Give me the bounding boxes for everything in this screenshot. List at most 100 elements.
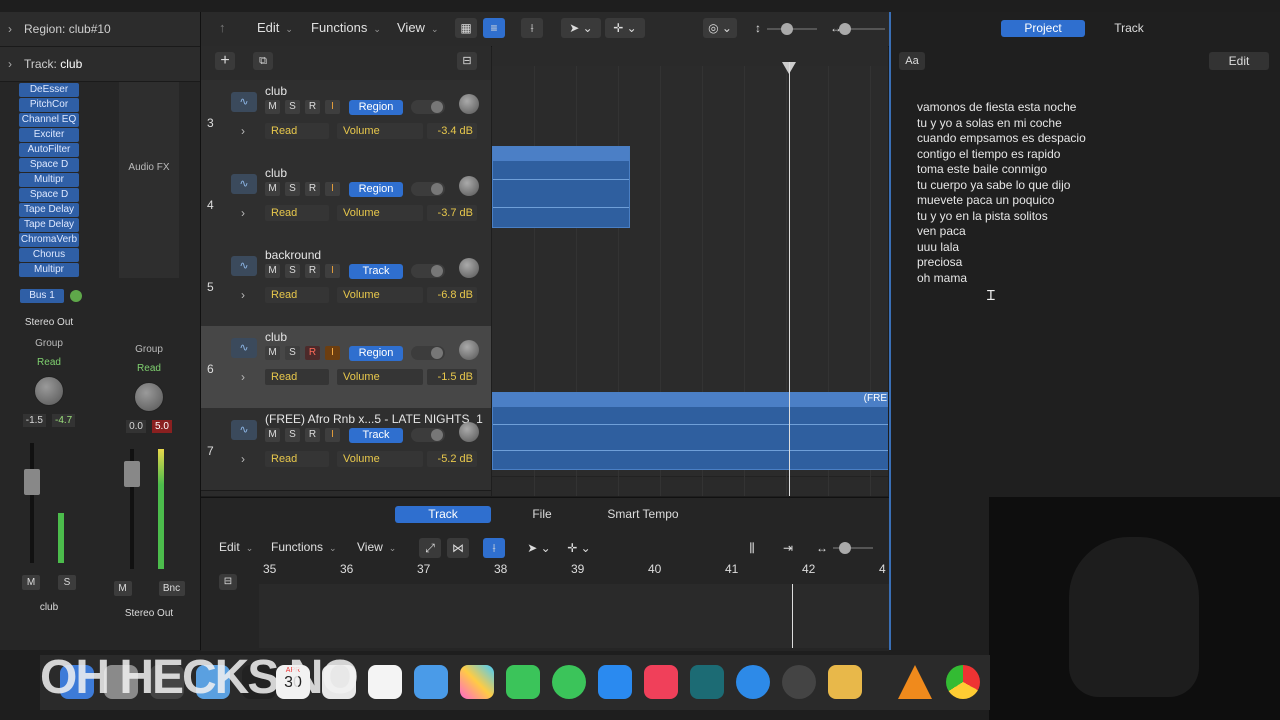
font-button[interactable]: Aa xyxy=(899,52,925,70)
automation-parameter-select[interactable]: Volume xyxy=(337,287,423,303)
record-enable-button[interactable]: R xyxy=(305,428,320,442)
pointer-tool-icon[interactable]: ➤ ⌄ xyxy=(561,18,601,38)
catch-icon[interactable]: ⊟ xyxy=(219,574,237,590)
edit-menu[interactable]: Edit ⌄ xyxy=(257,20,293,35)
input-monitor-button[interactable]: I xyxy=(325,182,340,196)
group-slot[interactable]: Group xyxy=(100,344,198,355)
list-view-icon[interactable]: ≡ xyxy=(483,18,505,38)
archive-icon[interactable] xyxy=(828,665,862,699)
track-name[interactable]: backround xyxy=(265,248,321,262)
automation-parameter-select[interactable]: Volume xyxy=(337,123,423,139)
editor-zoom-slider[interactable] xyxy=(833,542,873,554)
tab-track[interactable]: Track xyxy=(1087,20,1171,37)
plugin-slot[interactable]: Chorus xyxy=(19,248,79,262)
solo-button[interactable]: S xyxy=(285,346,300,360)
plugin-slot[interactable]: Space D xyxy=(19,158,79,172)
record-enable-button[interactable]: R xyxy=(305,182,320,196)
automation-parameter-select[interactable]: Volume xyxy=(337,451,423,467)
disk-utility-icon[interactable] xyxy=(782,665,816,699)
music-icon[interactable] xyxy=(644,665,678,699)
automation-value[interactable]: -3.7 dB xyxy=(427,205,477,221)
mute-button[interactable]: M xyxy=(265,346,280,360)
bus-send[interactable]: Bus 1 xyxy=(20,289,64,303)
vertical-zoom-slider[interactable] xyxy=(767,23,817,35)
track-header[interactable]: 3 ∿ club M S R I Region › Read Volume -3… xyxy=(201,80,491,163)
audio-fx-area[interactable]: Audio FX xyxy=(119,82,179,278)
tab-track[interactable]: Track xyxy=(395,506,491,523)
chevron-right-icon[interactable]: › xyxy=(241,370,245,384)
automation-value[interactable]: -5.2 dB xyxy=(427,451,477,467)
add-track-icon[interactable]: + xyxy=(215,52,235,70)
automation-read-select[interactable]: Read xyxy=(265,451,329,467)
horizontal-zoom-icon[interactable]: ↔ xyxy=(811,538,833,558)
chevron-right-icon[interactable]: › xyxy=(241,124,245,138)
news-icon[interactable] xyxy=(368,665,402,699)
automation-mode[interactable]: Read xyxy=(0,357,98,368)
plugin-slot[interactable]: DeEsser xyxy=(19,83,79,97)
fader[interactable] xyxy=(100,449,198,569)
inspector-track-row[interactable]: › Track: club xyxy=(0,47,200,82)
chrome-icon[interactable] xyxy=(946,665,980,699)
horizontal-zoom-slider[interactable] xyxy=(839,23,885,35)
messages-icon[interactable] xyxy=(552,665,586,699)
track-toggle[interactable] xyxy=(411,346,445,360)
vertical-zoom-icon[interactable]: ↕ xyxy=(747,18,769,38)
pointer-tool-icon[interactable]: ➤ ⌄ xyxy=(521,538,557,558)
editor-edit-menu[interactable]: Edit ⌄ xyxy=(219,540,253,554)
safari-icon[interactable] xyxy=(736,665,770,699)
vlc-icon[interactable] xyxy=(898,665,932,699)
grid-view-icon[interactable]: ▦ xyxy=(455,18,477,38)
lyrics-text[interactable]: vamonos de fiesta esta noche tu y yo a s… xyxy=(917,100,1086,286)
track-header[interactable]: 4 ∿ club M S R I Region › Read Volume -3… xyxy=(201,162,491,245)
chevron-right-icon[interactable]: › xyxy=(241,288,245,302)
automation-value[interactable]: -1.5 dB xyxy=(427,369,477,385)
fit-icon[interactable]: ⇥ xyxy=(777,538,799,558)
solo-button[interactable]: S xyxy=(58,575,76,590)
mute-button[interactable]: M xyxy=(113,581,132,596)
track-toggle[interactable] xyxy=(411,182,445,196)
automation-mode-tag[interactable]: Track xyxy=(349,428,403,443)
automation-mode[interactable]: Read xyxy=(100,363,198,374)
tab-smart-tempo[interactable]: Smart Tempo xyxy=(595,506,691,523)
track-toggle[interactable] xyxy=(411,100,445,114)
volume-knob[interactable] xyxy=(459,340,479,360)
solo-button[interactable]: S xyxy=(285,428,300,442)
solo-button[interactable]: S xyxy=(285,182,300,196)
solo-button[interactable]: S xyxy=(285,100,300,114)
input-monitor-button[interactable]: I xyxy=(325,264,340,278)
automation-value[interactable]: -6.8 dB xyxy=(427,287,477,303)
audio-region[interactable] xyxy=(492,146,630,228)
automation-value[interactable]: -3.4 dB xyxy=(427,123,477,139)
mute-button[interactable]: M xyxy=(265,428,280,442)
plugin-slot[interactable]: Channel EQ xyxy=(19,113,79,127)
group-slot[interactable]: Group xyxy=(0,338,98,349)
track-header[interactable]: 6 ∿ club M S R I Region › Read Volume -1… xyxy=(201,326,491,409)
catch-icon[interactable]: ⊟ xyxy=(457,52,477,70)
bowtie-icon[interactable]: ⋈ xyxy=(447,538,469,558)
editor-ruler[interactable]: 35 36 37 38 39 40 41 42 4 xyxy=(259,562,889,582)
mute-button[interactable]: M xyxy=(22,575,40,590)
duplicate-track-icon[interactable]: ⧉ xyxy=(253,52,273,70)
automation-read-select[interactable]: Read xyxy=(265,205,329,221)
input-monitor-button[interactable]: I xyxy=(325,428,340,442)
input-monitor-button[interactable]: I xyxy=(325,346,340,360)
automation-read-select[interactable]: Read xyxy=(265,123,329,139)
record-enable-button[interactable]: R xyxy=(305,264,320,278)
automation-mode-tag[interactable]: Region xyxy=(349,100,403,115)
back-arrow-icon[interactable]: ↑ xyxy=(219,20,226,35)
volume-knob[interactable] xyxy=(459,176,479,196)
app-store-icon[interactable] xyxy=(598,665,632,699)
automation-read-select[interactable]: Read xyxy=(265,369,329,385)
plugin-slot[interactable]: Multipr xyxy=(19,263,79,277)
plugin-slot[interactable]: Tape Delay xyxy=(19,203,79,217)
track-name[interactable]: club xyxy=(265,84,287,98)
track-name[interactable]: (FREE) Afro Rnb x...5 - LATE NIGHTS_1 xyxy=(265,412,483,426)
solo-button[interactable]: S xyxy=(285,264,300,278)
send-knob[interactable] xyxy=(70,290,82,302)
playhead[interactable] xyxy=(789,62,790,496)
plugin-slot[interactable]: PitchCor xyxy=(19,98,79,112)
automation-parameter-select[interactable]: Volume xyxy=(337,205,423,221)
fader-cap[interactable] xyxy=(24,469,40,495)
automation-mode-tag[interactable]: Track xyxy=(349,264,403,279)
crosshair-tool-icon[interactable]: ✛ ⌄ xyxy=(605,18,645,38)
